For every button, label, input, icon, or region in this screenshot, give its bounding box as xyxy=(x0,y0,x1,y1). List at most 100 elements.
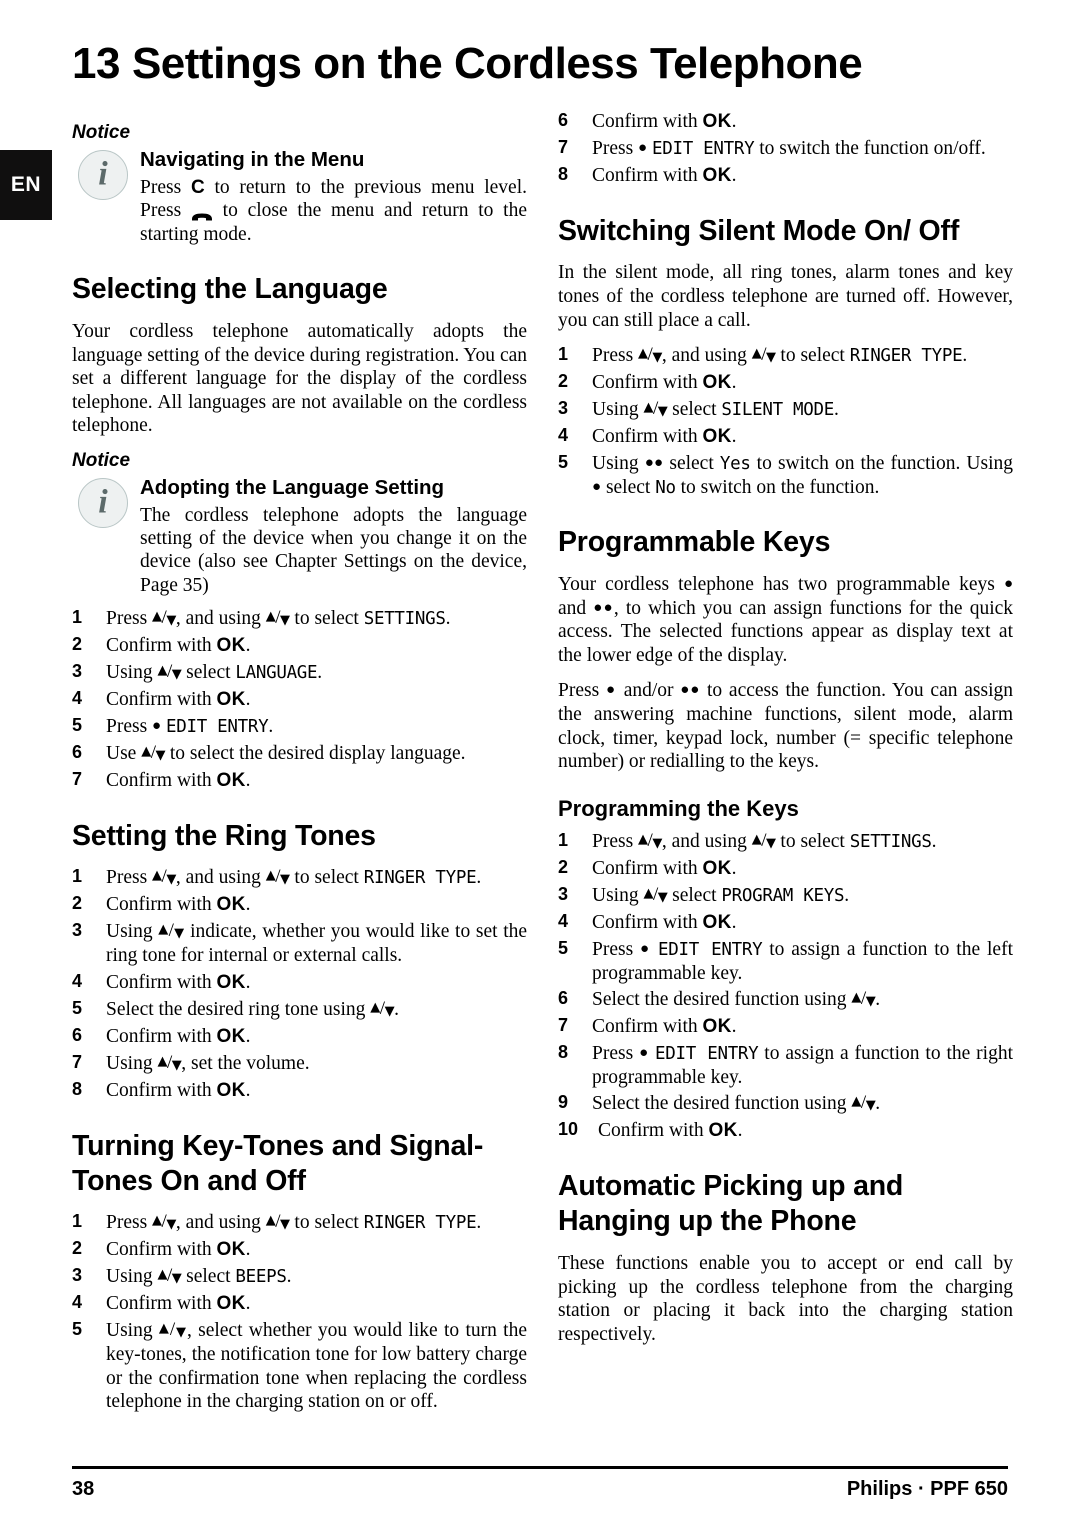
step-item: 1 Press ▲/▼, and using ▲/▼ to select SETT… xyxy=(558,830,937,853)
ok-key-label: OK xyxy=(702,164,732,186)
notice-label-1: Notice xyxy=(72,122,131,143)
language-tab-label: EN xyxy=(10,173,42,196)
steps-key-tones: 1 Press ▲/▼, and using ▲/▼ to select RING… xyxy=(72,1211,527,1414)
updown-arrows-icon: ▲/▼ xyxy=(851,988,876,1010)
heading-automatic-picking-hanging: Automatic Picking up and Hanging up the … xyxy=(558,1170,904,1238)
updown-arrows-icon: ▲/▼ xyxy=(158,920,185,942)
ok-key-label: OK xyxy=(702,1016,732,1038)
heading-switching-silent-mode: Switching Silent Mode On/ Off xyxy=(558,214,960,247)
step-number: 2 xyxy=(558,371,569,392)
step-number: 1 xyxy=(72,607,83,628)
key-dot-single-icon: ● xyxy=(1003,576,1013,592)
steps-silent-mode: 1 Press ▲/▼, and using ▲/▼ to select RING… xyxy=(558,344,1013,499)
paragraph-silent-mode: In the silent mode, all ring tones, alar… xyxy=(558,262,1013,331)
display-text: BEEPS xyxy=(235,1267,287,1288)
step-item: 3 Using ▲/▼ select SILENT MODE. xyxy=(558,398,839,421)
step-number: 8 xyxy=(558,1042,569,1063)
heading-setting-ring-tones: Setting the Ring Tones xyxy=(72,819,376,852)
step-number: 4 xyxy=(558,425,569,446)
notice-body-2: The cordless telephone adopts the langua… xyxy=(140,504,527,596)
display-text: SETTINGS xyxy=(849,832,932,853)
updown-arrows-icon: ▲/▼ xyxy=(157,1051,182,1073)
step-item: 4 Confirm with OK. xyxy=(72,688,251,711)
step-item: 1 Press ▲/▼, and using ▲/▼ to select RING… xyxy=(558,344,968,367)
step-number: 1 xyxy=(72,866,83,887)
updown-arrows-icon: ▲/▼ xyxy=(157,661,182,683)
notice-body-1: Press C to return to the previous menu l… xyxy=(140,176,527,247)
ok-key-label: OK xyxy=(708,1120,738,1142)
key-dot-single-icon: ● xyxy=(605,682,617,699)
step-number: 3 xyxy=(72,1265,83,1286)
ok-key-label: OK xyxy=(216,894,246,916)
notice-label-2: Notice xyxy=(72,449,131,471)
notice-block-adopting-language: Adopting the Language Setting The cordle… xyxy=(72,476,527,597)
steps-selecting-language: 1 Press ▲/▼, and using ▲/▼ to select SETT… xyxy=(72,607,527,793)
footer-page-number: 38 xyxy=(72,1478,95,1500)
step-item: 5 Press ● EDIT ENTRY. xyxy=(72,715,274,737)
step-item: 2 Confirm with OK. xyxy=(72,893,251,916)
step-item: 5 Using ●● select Yes to switch on the fu… xyxy=(558,452,1014,498)
step-item: 4 Confirm with OK. xyxy=(558,425,737,448)
step-number: 1 xyxy=(558,830,569,851)
display-text: SILENT MODE xyxy=(721,400,834,421)
step-item: 6 Confirm with OK. xyxy=(72,1024,251,1047)
display-text: EDIT ENTRY xyxy=(165,717,269,737)
ok-key-label: OK xyxy=(216,1239,246,1261)
display-text: SETTINGS xyxy=(363,609,446,630)
notice-block-navigating: Navigating in the Menu Press C to return… xyxy=(72,148,527,246)
updown-arrows-icon: ▲/▼ xyxy=(265,866,290,888)
prog2-b: and/or xyxy=(616,680,681,702)
step-number: 5 xyxy=(558,938,569,959)
footer-brand: Philips · PPF 650 xyxy=(846,1478,1008,1500)
key-dot-single-icon: ● xyxy=(639,1045,650,1062)
updown-arrows-icon: ▲/▼ xyxy=(152,866,176,888)
step-item: 4 Confirm with OK. xyxy=(72,1292,251,1315)
step-item: 3 Using ▲/▼ indicate, whether you would l… xyxy=(72,920,528,967)
notice-title-1: Navigating in the Menu xyxy=(140,148,365,171)
step-item: 7 Using ▲/▼, set the volume. xyxy=(72,1051,310,1074)
display-text: RINGER TYPE xyxy=(849,346,963,367)
step-number: 7 xyxy=(72,1051,83,1072)
updown-arrows-icon: ▲/▼ xyxy=(751,830,776,852)
step-number: 3 xyxy=(72,661,83,682)
step-number: 7 xyxy=(558,136,569,157)
step-item: 7 Confirm with OK. xyxy=(558,1015,737,1038)
step-item: 7 Press ● EDIT ENTRY to switch the functi… xyxy=(558,136,986,159)
step-item: 2 Confirm with OK. xyxy=(72,1238,251,1261)
step-number: 7 xyxy=(558,1015,569,1036)
chapter-title-text: Settings on the Cordless Telephone xyxy=(131,39,863,88)
step-item: 6 Select the desired function using ▲/▼. xyxy=(558,988,881,1011)
language-tab-en: EN xyxy=(0,150,52,220)
step-number: 6 xyxy=(558,988,569,1009)
steps-programming-keys: 1 Press ▲/▼, and using ▲/▼ to select SETT… xyxy=(558,830,1013,1143)
updown-arrows-icon: ▲/▼ xyxy=(265,1211,290,1233)
ok-key-label: OK xyxy=(702,858,732,880)
prog1-a: Your cordless telephone has two programm… xyxy=(558,574,1004,595)
display-text: EDIT ENTRY xyxy=(651,138,755,159)
display-text: EDIT ENTRY xyxy=(655,1044,759,1065)
step-item: 8 Confirm with OK. xyxy=(558,163,737,186)
step-item: 2 Confirm with OK. xyxy=(72,634,251,657)
ok-key-label: OK xyxy=(216,689,246,711)
prog2-a: Press xyxy=(558,680,606,702)
info-icon xyxy=(78,150,128,200)
ok-key-label: OK xyxy=(216,1079,246,1101)
step-item: 6 Use ▲/▼ to select the desired display l… xyxy=(72,741,466,764)
info-icon xyxy=(78,477,128,528)
heading-key-tones-signal-tones: Turning Key-Tones and Signal-Tones On an… xyxy=(72,1129,484,1197)
key-c-glyph: C xyxy=(190,176,205,198)
notice-body-1-pre: Press xyxy=(140,176,191,198)
step-number: 4 xyxy=(72,970,83,991)
page-title: 13 Settings on the Cordless Telephone xyxy=(72,39,863,88)
step-item: 3 Using ▲/▼ select PROGRAM KEYS. xyxy=(558,884,850,907)
step-number: 4 xyxy=(558,911,569,932)
right-column: 6 Confirm with OK. 7 Press ● EDIT ENTRY to … xyxy=(558,110,1013,1358)
key-dot-single-icon: ● xyxy=(592,478,602,495)
step-number: 6 xyxy=(558,110,569,130)
step-item: 1 Press ▲/▼, and using ▲/▼ to select RING… xyxy=(72,866,482,889)
updown-arrows-icon: ▲/▼ xyxy=(751,344,776,366)
ok-key-label: OK xyxy=(216,971,246,993)
step-item: 6 Confirm with OK. xyxy=(558,110,737,132)
step-item: 8 Confirm with OK. xyxy=(72,1078,251,1101)
hangup-handset-icon xyxy=(191,206,213,221)
